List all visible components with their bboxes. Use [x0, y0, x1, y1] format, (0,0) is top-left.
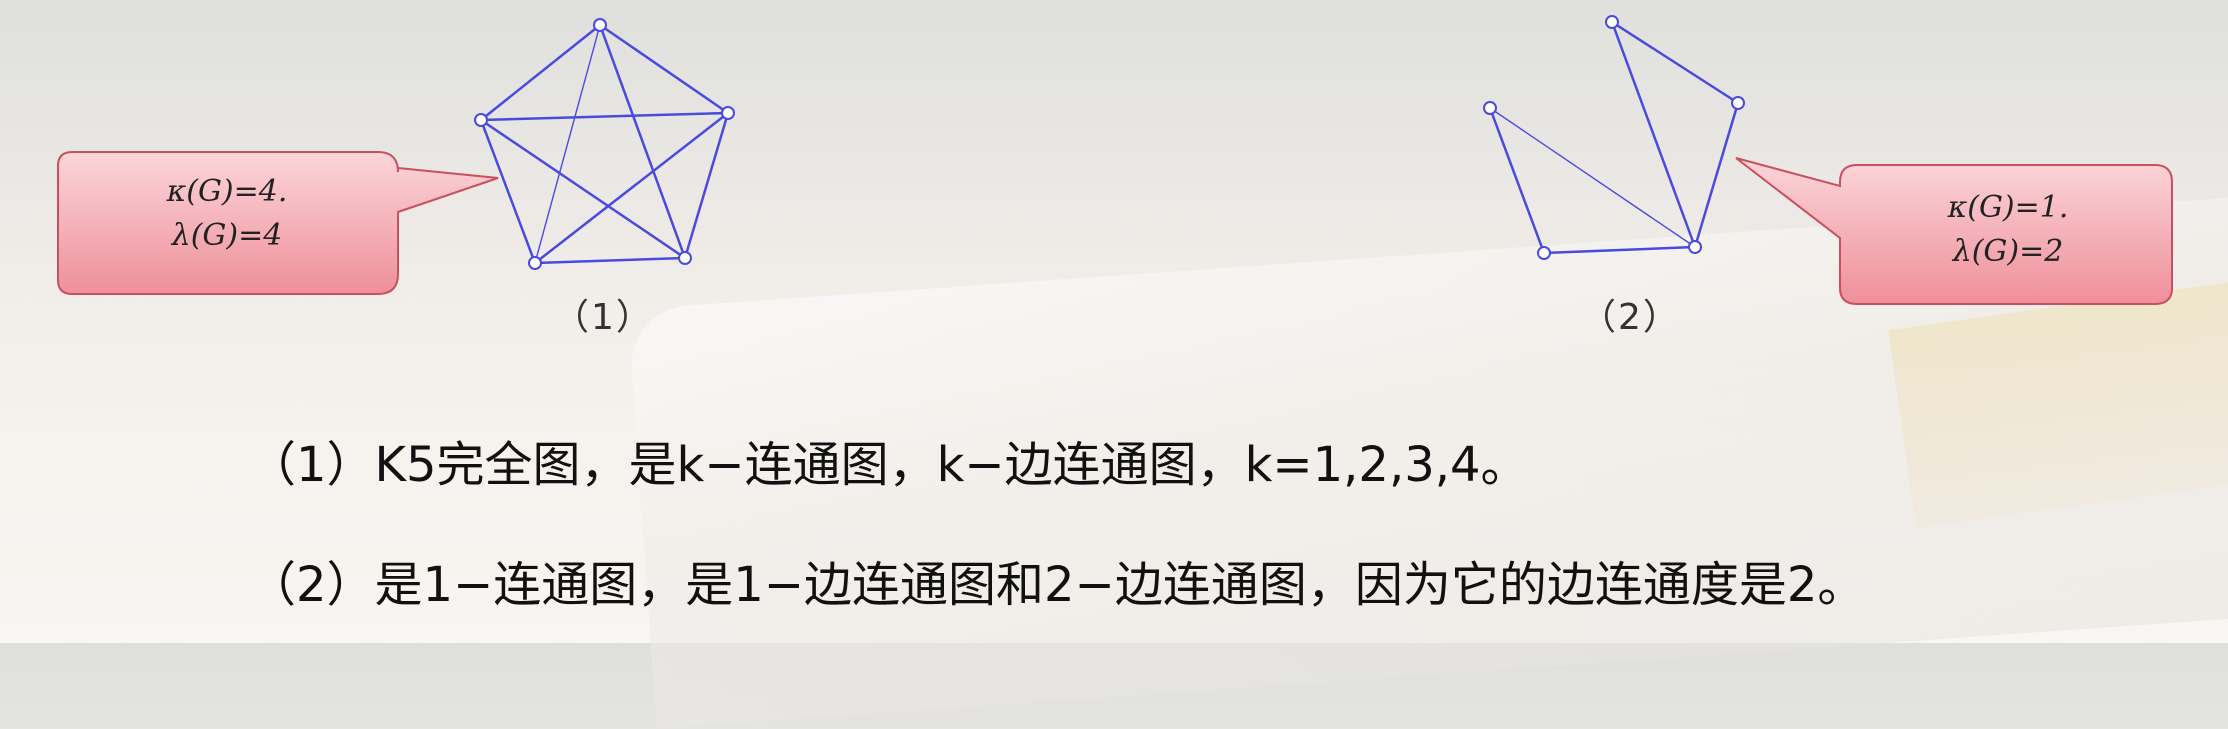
- vertex: [1731, 96, 1745, 110]
- vertex: [721, 106, 735, 120]
- callout-1-text: κ(G)=4. λ(G)=4: [62, 170, 392, 258]
- vertex: [1688, 240, 1702, 254]
- vertex: [528, 256, 542, 270]
- kappa-value: κ(G)=4.: [166, 174, 288, 209]
- vertex: [1605, 15, 1619, 29]
- vertex: [678, 251, 692, 265]
- graph-k5: [479, 23, 730, 265]
- lambda-value: λ(G)=2: [1952, 234, 2064, 269]
- graph-1-label: （1）: [553, 297, 654, 338]
- vertex: [1537, 246, 1551, 260]
- graph-2: [1488, 20, 1740, 255]
- statement-2: （2）是1−连通图，是1−边连通图和2−边连通图，因为它的边连通度是2。: [248, 557, 1866, 613]
- vertex: [593, 18, 607, 32]
- kappa-value: κ(G)=1.: [1947, 190, 2069, 225]
- graph-k5-vertices: [474, 18, 735, 270]
- callout-2-text: κ(G)=1. λ(G)=2: [1850, 186, 2166, 274]
- graph-2-vertices: [1483, 15, 1745, 260]
- vertex: [474, 113, 488, 127]
- statement-1: （1）K5完全图，是k−连通图，k−边连通图，k=1,2,3,4。: [248, 437, 1529, 493]
- lambda-value: λ(G)=4: [171, 218, 283, 253]
- graph-2-label: （2）: [1580, 297, 1681, 338]
- vertex: [1483, 101, 1497, 115]
